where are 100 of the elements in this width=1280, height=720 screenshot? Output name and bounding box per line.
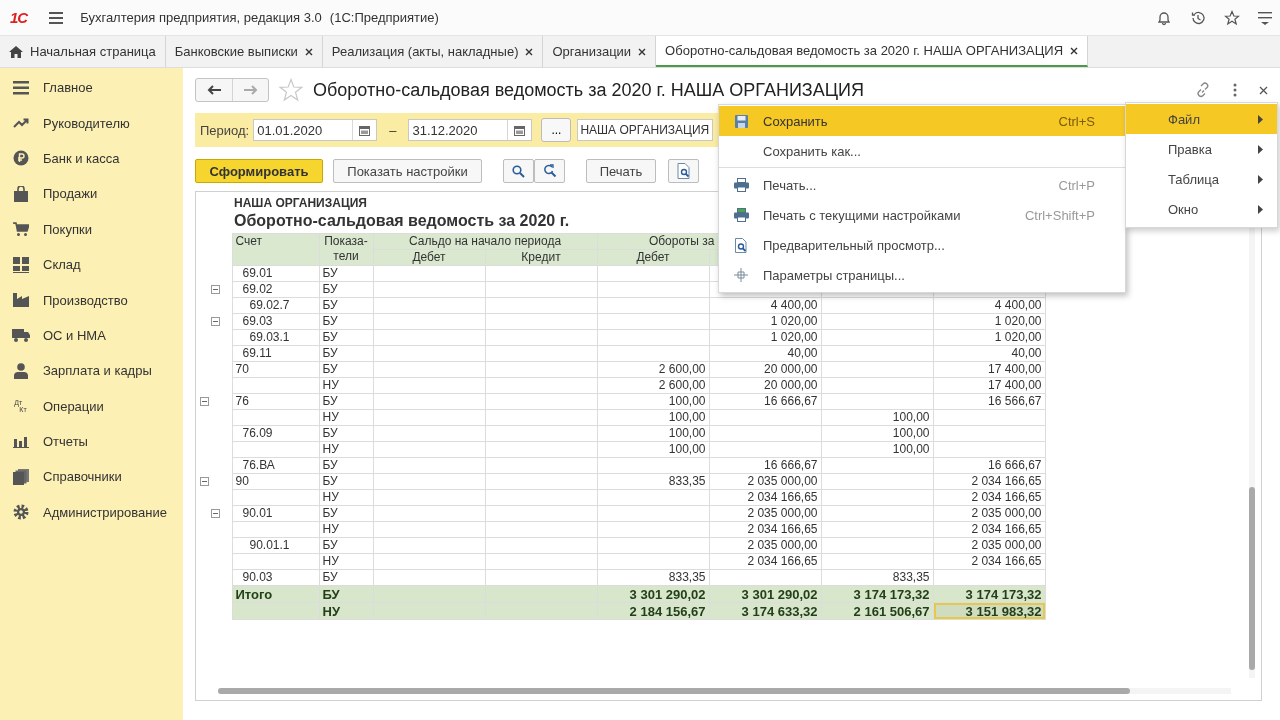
sidebar-item[interactable]: ОС и НМА (43, 327, 106, 343)
collapse-icon[interactable] (211, 508, 220, 518)
sidebar-item[interactable]: Отчеты (43, 434, 88, 450)
organization-field[interactable]: НАША ОРГАНИЗАЦИЯ (577, 119, 714, 141)
menu-item[interactable]: Печать с текущими настройками Ctrl+Shift+P (719, 200, 1125, 230)
collapse-icon[interactable] (200, 396, 209, 406)
amount: 2 035 000,00 (747, 506, 818, 520)
indicator: БУ (322, 346, 338, 360)
amount: 2 034 166,65 (747, 522, 818, 536)
date-from-field[interactable]: 01.01.2020 (253, 119, 378, 141)
indicator: НУ (322, 378, 339, 392)
sidebar-item[interactable]: Банк и касса (43, 150, 120, 166)
caret-icon (1258, 174, 1263, 184)
sidebar-item[interactable]: Покупки (43, 221, 92, 237)
menu-item[interactable]: Сохранить Ctrl+S (719, 106, 1125, 136)
caret-icon (1258, 144, 1263, 154)
total-amount: 2 161 506,67 (853, 603, 930, 619)
amount: 2 034 166,65 (971, 522, 1042, 536)
amount: 833,35 (668, 474, 706, 488)
sidebar-item[interactable]: Склад (43, 257, 81, 273)
sidebar-item[interactable]: Операции (43, 398, 104, 414)
indicator: БУ (322, 506, 338, 520)
collapse-icon[interactable] (200, 476, 209, 486)
more-icon[interactable] (1233, 83, 1237, 97)
sidebar-item[interactable]: Продажи (43, 186, 98, 202)
sidebar-item[interactable]: Справочники (43, 469, 122, 485)
menu-item[interactable]: Параметры страницы... (719, 260, 1125, 290)
bar-chart-icon (12, 435, 29, 448)
amount: 40,00 (787, 346, 818, 360)
print-button[interactable]: Печать (586, 159, 656, 183)
amount: 100,00 (668, 426, 706, 440)
document-search-icon (734, 237, 748, 253)
menu-icon[interactable] (49, 11, 64, 24)
account-code: 90.01.1 (249, 538, 290, 552)
account-code: 76.ВА (242, 458, 275, 472)
bell-icon[interactable] (1156, 9, 1172, 26)
amount: 100,00 (668, 442, 706, 456)
calendar-icon[interactable] (359, 124, 371, 136)
calendar-icon[interactable] (514, 124, 526, 136)
indicator: НУ (322, 603, 340, 619)
amount: 1 020,00 (994, 330, 1042, 344)
history-icon[interactable] (1190, 9, 1206, 26)
amount: 100,00 (892, 410, 930, 424)
sidebar-item[interactable]: Администрирование (43, 504, 167, 520)
close-icon[interactable] (304, 47, 313, 56)
period-select-button[interactable]: ... (541, 118, 572, 142)
account-code: 69.03 (242, 314, 273, 328)
amount: 16 666,67 (764, 458, 818, 472)
indicator: НУ (322, 522, 339, 536)
person-icon (13, 362, 28, 379)
show-settings-button[interactable]: Показать настройки (333, 159, 482, 183)
amount: 100,00 (668, 394, 706, 408)
close-icon[interactable] (525, 47, 534, 56)
tab[interactable]: Реализация (акты, накладные) (322, 36, 544, 67)
range-dash: – (389, 122, 397, 138)
amount: 2 035 000,00 (747, 538, 818, 552)
collapse-icon[interactable] (211, 316, 220, 326)
logo: 1С (10, 9, 28, 26)
amount: 833,35 (668, 570, 706, 584)
menu-item[interactable]: Файл (1126, 104, 1277, 134)
date-to-field[interactable]: 31.12.2020 (408, 119, 533, 141)
report-organization: НАША ОРГАНИЗАЦИЯ (234, 196, 367, 210)
grid-icon (12, 256, 29, 273)
menu-item[interactable]: Сохранить как... (719, 136, 1125, 166)
amount: 20 000,00 (764, 378, 818, 392)
tab[interactable]: Оборотно-сальдовая ведомость за 2020 г. НАША ОРГАНИЗАЦИЯ (656, 36, 1089, 67)
sidebar-item[interactable]: Производство (43, 292, 128, 308)
account-code: 76 (235, 394, 249, 408)
amount: 2 035 000,00 (971, 506, 1042, 520)
collapse-icon[interactable] (211, 284, 220, 294)
menu-item[interactable]: Правка (1126, 134, 1277, 164)
tab[interactable]: Банковские выписки (165, 36, 323, 67)
generate-button[interactable]: Сформировать (195, 159, 323, 183)
search-button[interactable] (503, 159, 534, 183)
platform-name: (1С:Предприятие) (329, 10, 439, 25)
sidebar-item[interactable]: Зарплата и кадры (43, 363, 152, 379)
books-icon (12, 469, 29, 485)
search-next-button[interactable] (534, 159, 565, 183)
sidebar-item[interactable]: Главное (43, 80, 93, 96)
menu-item[interactable]: Окно (1126, 194, 1277, 224)
cart-icon (12, 222, 29, 237)
horizontal-scrollbar[interactable] (218, 688, 1231, 694)
menu-icon[interactable] (1258, 10, 1272, 25)
menu-item[interactable]: Печать... Ctrl+P (719, 170, 1125, 200)
amount: 17 400,00 (988, 362, 1042, 376)
document-search-icon (676, 163, 691, 179)
ruble-coin-icon (12, 150, 29, 167)
close-icon[interactable] (1070, 46, 1079, 55)
tab[interactable]: Начальная страница (0, 36, 166, 67)
preview-button[interactable] (668, 159, 699, 183)
caret-icon (1258, 204, 1263, 214)
link-icon[interactable] (1195, 82, 1211, 98)
menu-item[interactable]: Таблица (1126, 164, 1277, 194)
close-icon[interactable] (638, 47, 647, 56)
report-title: Оборотно-сальдовая ведомость за 2020 г. (234, 212, 570, 230)
account-code: 90.03 (242, 570, 273, 584)
star-icon[interactable] (1224, 9, 1240, 26)
close-icon[interactable] (1259, 85, 1268, 95)
vertical-scrollbar[interactable] (1249, 227, 1255, 678)
sidebar-item[interactable]: Руководителю (43, 115, 130, 131)
